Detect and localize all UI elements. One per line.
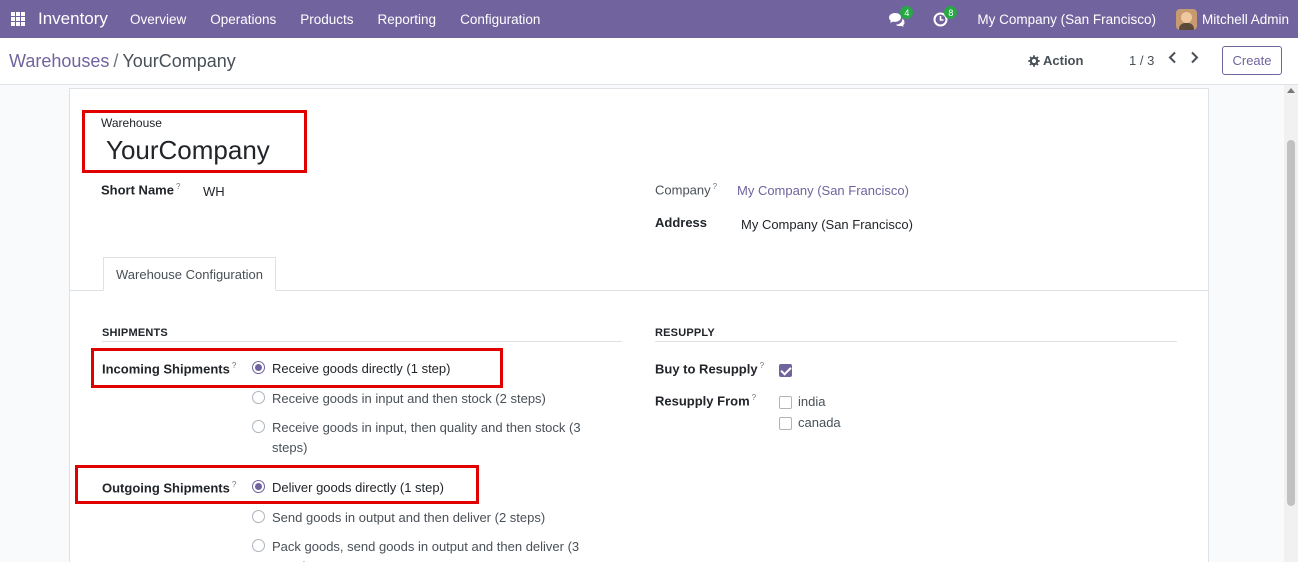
incoming-option-3-steps[interactable]: Receive goods in input, then quality and…: [252, 418, 597, 458]
avatar: [1175, 8, 1197, 30]
highlight-outgoing-shipments: [75, 465, 479, 504]
menu-reporting[interactable]: Reporting: [378, 12, 437, 27]
help-icon: ?: [751, 393, 757, 402]
breadcrumb-current: YourCompany: [122, 51, 236, 71]
company-switcher[interactable]: My Company (San Francisco): [977, 12, 1156, 27]
resupply-from-label: Resupply From?: [655, 393, 757, 409]
create-button[interactable]: Create: [1222, 46, 1282, 75]
menu-overview[interactable]: Overview: [130, 12, 186, 27]
pager-previous-icon[interactable]: [1168, 51, 1177, 69]
menu-operations[interactable]: Operations: [210, 12, 276, 27]
shipments-divider: [102, 341, 622, 342]
breadcrumb-warehouses[interactable]: Warehouses: [9, 51, 109, 71]
messages-badge: 4: [900, 6, 914, 19]
tab-warehouse-configuration[interactable]: Warehouse Configuration: [103, 257, 276, 291]
help-icon: ?: [175, 182, 181, 191]
user-name: Mitchell Admin: [1201, 11, 1289, 27]
resupply-from-canada-label[interactable]: canada: [798, 415, 841, 430]
action-label: Action: [1043, 53, 1084, 68]
incoming-option-2-steps[interactable]: Receive goods in input and then stock (2…: [252, 389, 592, 409]
short-name-label: Short Name?: [101, 182, 181, 198]
apps-menu-icon[interactable]: [11, 12, 25, 26]
highlight-incoming-shipments: [91, 348, 503, 388]
breadcrumb-separator: /: [113, 51, 119, 71]
buy-to-resupply-checkbox[interactable]: [779, 364, 792, 377]
help-icon: ?: [759, 361, 765, 370]
gear-icon: [1028, 54, 1040, 67]
help-icon: ?: [712, 182, 718, 191]
address-label: Address: [655, 215, 708, 230]
buy-to-resupply-label: Buy to Resupply?: [655, 361, 765, 377]
resupply-section-title: RESUPPLY: [655, 327, 715, 339]
radio-button[interactable]: [252, 420, 265, 433]
pager-next-icon[interactable]: [1190, 51, 1199, 69]
highlight-warehouse-name: [82, 110, 307, 173]
form-sheet: Warehouse YourCompany Short Name? WH Com…: [69, 88, 1209, 562]
resupply-divider: [655, 341, 1177, 342]
pager-value[interactable]: 1 / 3: [1129, 53, 1154, 68]
control-panel: Warehouses / YourCompany Action 1 / 3 Crea…: [0, 38, 1298, 85]
app-name[interactable]: Inventory: [38, 9, 108, 29]
resupply-from-india-label[interactable]: india: [798, 394, 825, 409]
action-button[interactable]: Action: [1028, 53, 1083, 68]
short-name-field[interactable]: WH: [203, 184, 225, 199]
radio-button[interactable]: [252, 391, 265, 404]
breadcrumb: Warehouses / YourCompany: [9, 51, 236, 72]
address-field[interactable]: My Company (San Francisco): [741, 217, 913, 232]
scrollbar-thumb[interactable]: [1287, 140, 1295, 506]
outgoing-option-2-steps[interactable]: Send goods in output and then deliver (2…: [252, 508, 592, 528]
resupply-from-india-checkbox[interactable]: [779, 396, 792, 409]
company-label: Company?: [655, 182, 718, 198]
shipments-section-title: SHIPMENTS: [102, 327, 168, 339]
messages-icon[interactable]: 4: [885, 6, 914, 30]
systray: 4 8 My Company (San Francisco) Mitchell …: [885, 0, 1298, 38]
user-menu[interactable]: Mitchell Admin: [1175, 8, 1289, 30]
activities-clock-icon[interactable]: 8: [929, 6, 958, 30]
top-navbar: Inventory Overview Operations Products R…: [0, 0, 1298, 38]
menu-products[interactable]: Products: [300, 12, 353, 27]
resupply-from-canada-checkbox[interactable]: [779, 417, 792, 430]
radio-button[interactable]: [252, 510, 265, 523]
menu-configuration[interactable]: Configuration: [460, 12, 540, 27]
outgoing-option-3-steps[interactable]: Pack goods, send goods in output and the…: [252, 537, 597, 562]
activities-badge: 8: [944, 6, 958, 19]
radio-button[interactable]: [252, 539, 265, 552]
company-field-link[interactable]: My Company (San Francisco): [737, 183, 909, 198]
scroll-up-icon[interactable]: [1287, 88, 1295, 93]
